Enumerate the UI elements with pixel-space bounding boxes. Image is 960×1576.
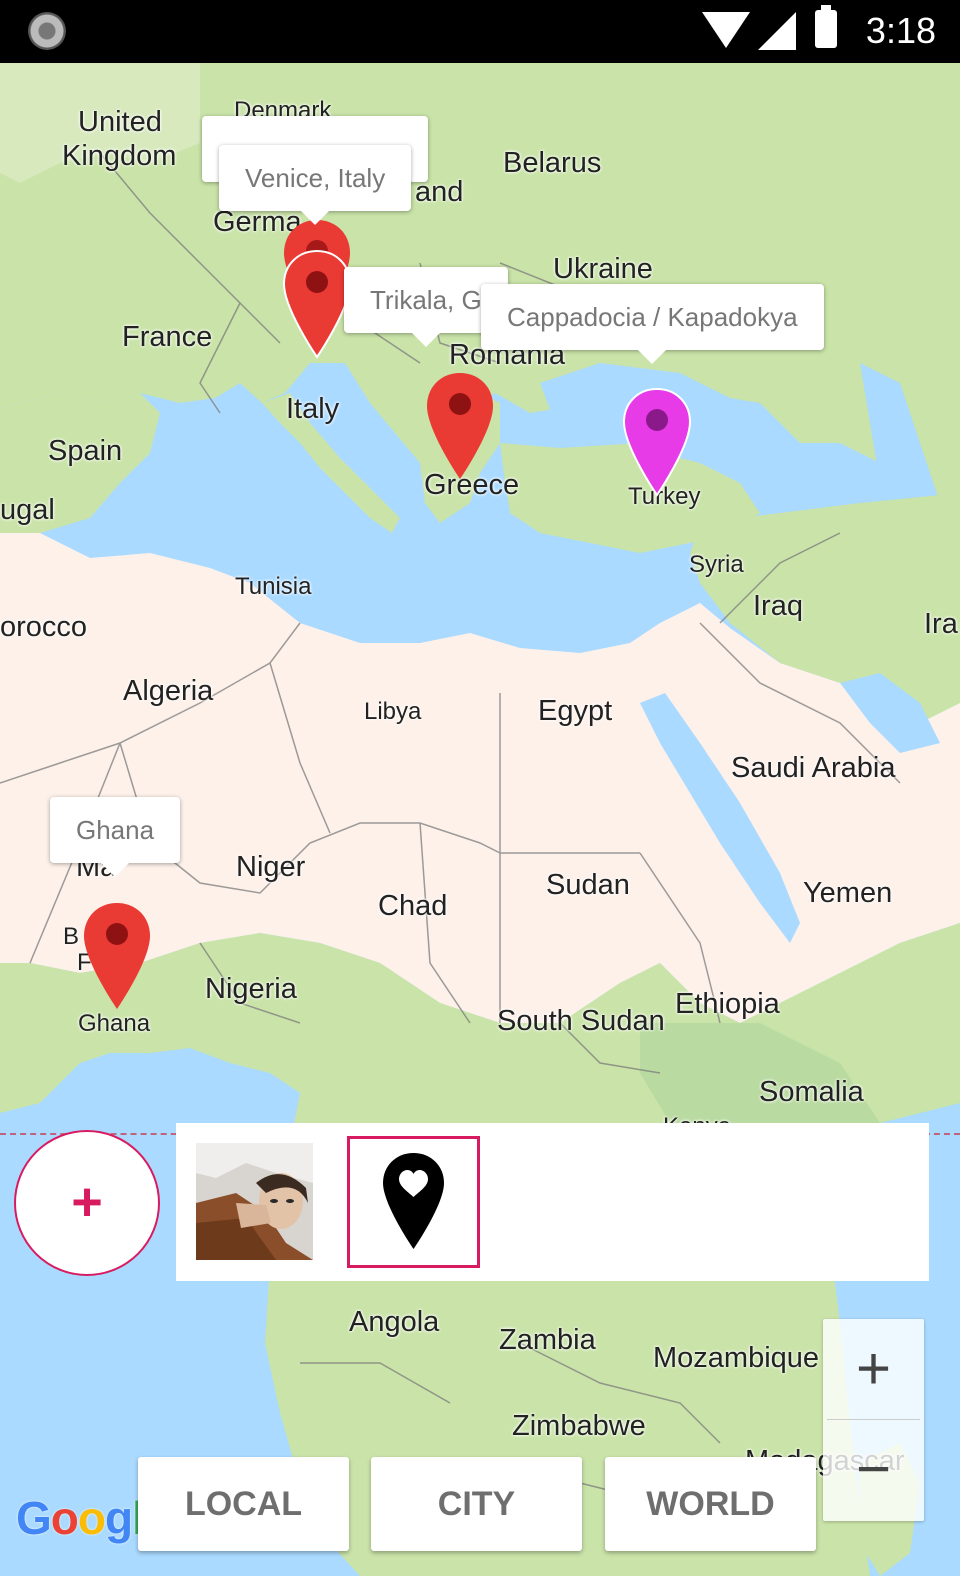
sync-icon [28,12,66,50]
heart-pin-icon [383,1153,444,1249]
label-portugal: ugal [0,494,55,526]
label-tunisia: Tunisia [235,573,312,600]
label-libya: Libya [364,698,422,725]
google-logo: Googl [16,1492,145,1544]
map-pin-trikala[interactable] [425,371,495,483]
label-niger: Niger [236,851,306,883]
label-algeria: Algeria [123,675,214,707]
tab-city[interactable]: CITY [371,1457,582,1551]
info-window-venice[interactable]: Venice, Italy [219,145,412,225]
label-angola: Angola [349,1306,440,1338]
tab-local[interactable]: LOCAL [138,1457,349,1551]
info-window-cappadocia[interactable]: Cappadocia / Kapadokya [481,284,824,364]
label-syria: Syria [689,551,744,578]
label-morocco: orocco [0,611,88,643]
label-nigeria: Nigeria [205,973,297,1005]
label-egypt: Egypt [538,695,613,727]
label-zimbabwe: Zimbabwe [512,1410,646,1442]
label-zambia: Zambia [499,1324,596,1356]
map-view[interactable]: United Kingdom Denmark Belarus Germa and… [0,63,960,1576]
label-chad: Chad [378,890,448,922]
label-saudi-arabia: Saudi Arabia [731,752,896,784]
label-ukraine: Ukraine [553,253,653,285]
status-bar: 3:18 [0,0,960,63]
map-pin-ghana[interactable] [82,901,152,1013]
label-yemen: Yemen [803,877,893,909]
zoom-controls: + − [823,1319,924,1521]
add-button[interactable]: + [14,1130,160,1276]
tab-world[interactable]: WORLD [605,1457,816,1551]
info-window-ghana[interactable]: Ghana [50,797,181,877]
map-pin-cappadocia[interactable] [622,387,692,499]
zoom-out-button[interactable]: − [823,1419,924,1519]
signal-icon [758,12,796,50]
label-spain: Spain [48,435,123,467]
battery-icon [815,5,837,48]
label-ghana: Ghana [78,1010,151,1037]
label-mozambique: Mozambique [653,1342,820,1374]
photo-image [196,1143,313,1260]
label-france: France [122,321,213,353]
profile-photo-thumbnail[interactable] [196,1143,313,1260]
label-south-sudan: South Sudan [497,1005,665,1037]
label-ethiopia: Ethiopia [675,988,780,1020]
label-iraq: Iraq [753,590,803,622]
label-italy: Italy [286,393,340,425]
label-iran: Ira [924,608,958,640]
label-burkina-1: B [63,923,80,950]
wifi-icon [702,12,750,48]
label-belarus: Belarus [503,147,602,179]
zoom-in-button[interactable]: + [823,1319,924,1419]
label-united-kingdom-2: Kingdom [62,140,177,172]
clock: 3:18 [865,10,936,51]
label-united-kingdom-1: United [78,106,162,138]
label-somalia: Somalia [759,1076,864,1108]
selected-pin-thumbnail[interactable] [347,1136,480,1268]
label-sudan: Sudan [546,869,630,901]
map-pin-venice[interactable] [282,249,352,361]
